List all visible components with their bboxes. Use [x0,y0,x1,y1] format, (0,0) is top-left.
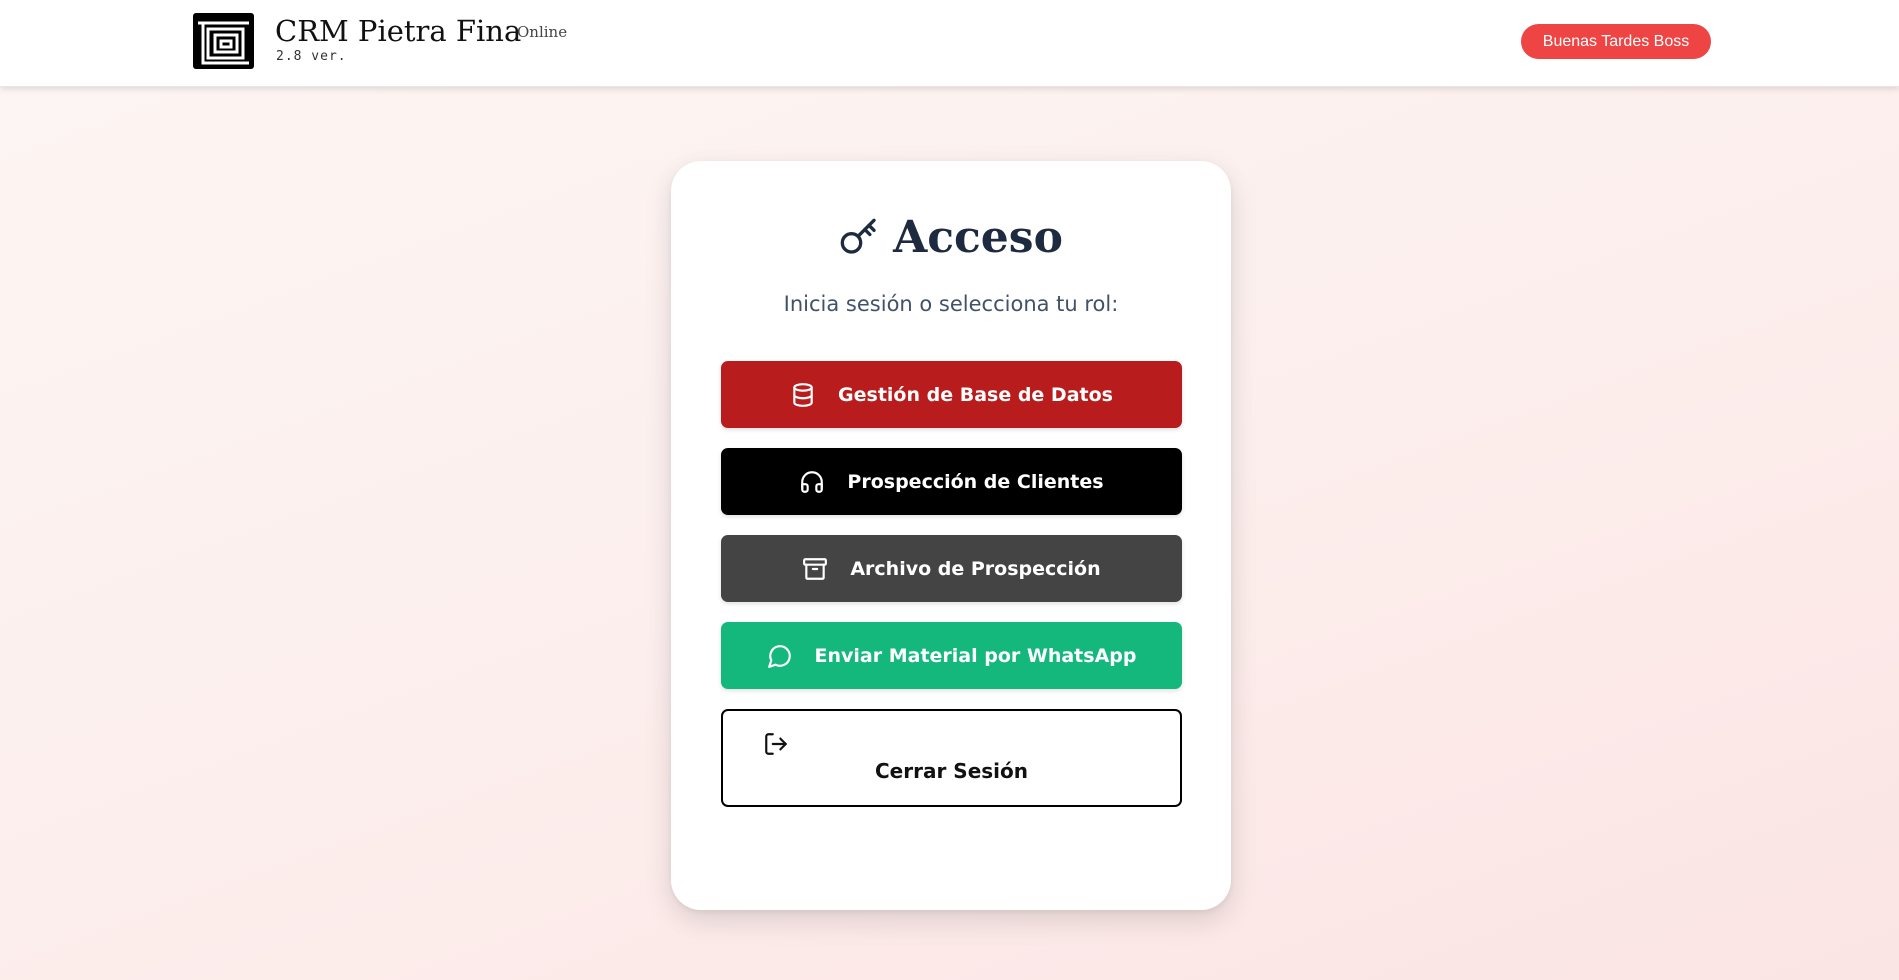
database-icon [793,382,813,407]
login-card: Acceso Inicia sesión o selecciona tu rol… [671,161,1231,910]
archive-icon [803,557,828,580]
card-subtitle: Inicia sesión o selecciona tu rol: [783,292,1119,316]
brand-status: Online [517,23,568,41]
brand-title: CRM Pietra Fina [275,14,522,48]
logout-button[interactable]: Cerrar Sesión [721,709,1182,807]
database-management-label: Gestión de Base de Datos [838,383,1113,406]
log-out-icon [765,733,787,755]
logout-label: Cerrar Sesión [875,759,1028,783]
message-circle-icon [767,644,791,668]
headphones-icon [801,470,824,493]
maze-logo-icon [193,13,254,69]
client-prospecting-label: Prospección de Clientes [847,470,1104,493]
client-prospecting-button[interactable]: Prospección de Clientes [721,448,1182,515]
send-whatsapp-material-label: Enviar Material por WhatsApp [814,644,1137,667]
page-title: Acceso [893,211,1063,263]
greeting-badge: Buenas Tardes Boss [1521,24,1711,59]
card-heading: Acceso [671,209,1231,265]
send-whatsapp-material-button[interactable]: Enviar Material por WhatsApp [721,622,1182,689]
brand-version: 2.8 ver. [276,49,347,64]
database-management-button[interactable]: Gestión de Base de Datos [721,361,1182,428]
key-icon [840,218,876,254]
prospecting-archive-label: Archivo de Prospección [850,557,1101,580]
top-bar: CRM Pietra Fina Online 2.8 ver. Buenas T… [0,0,1899,87]
prospecting-archive-button[interactable]: Archivo de Prospección [721,535,1182,602]
